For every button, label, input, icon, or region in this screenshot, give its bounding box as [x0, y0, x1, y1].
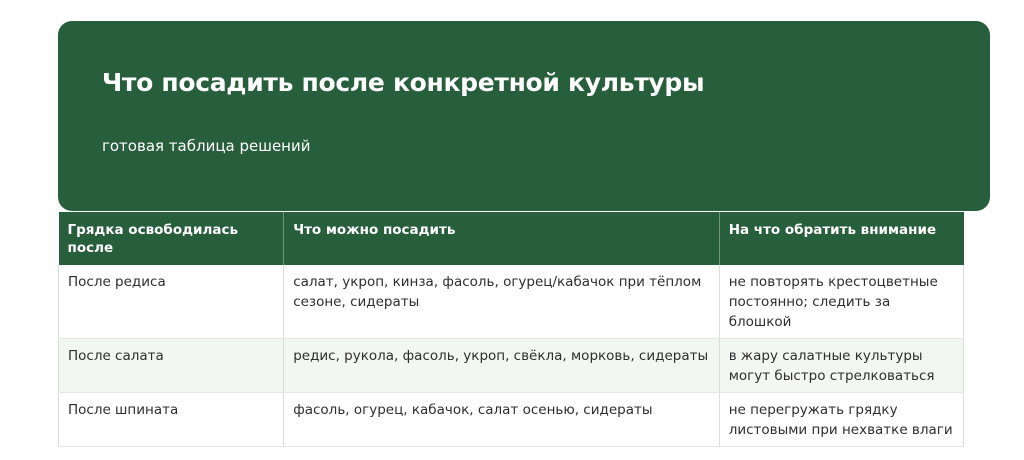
cell-previous-crop: После салата — [57, 338, 285, 393]
cell-what-to-plant: фасоль, огурец, кабачок, салат осенью, с… — [283, 392, 720, 447]
header-banner: Что посадить после конкретной культуры г… — [58, 21, 990, 211]
table-row: После редиса салат, укроп, кинза, фасоль… — [57, 265, 965, 339]
decision-table-container: Грядка освободилась после Что можно поса… — [57, 212, 965, 447]
column-header-notes: На что обратить внимание — [719, 212, 964, 265]
cell-what-to-plant: салат, укроп, кинза, фасоль, огурец/каба… — [283, 265, 720, 339]
cell-notes: не повторять крестоцветные постоянно; сл… — [719, 265, 965, 339]
cell-previous-crop: После редиса — [57, 265, 285, 339]
cell-notes: в жару салатные культуры могут быстро ст… — [719, 338, 965, 393]
decision-table: Грядка освободилась после Что можно поса… — [57, 212, 965, 447]
page-subtitle: готовая таблица решений — [102, 137, 311, 155]
table-header-row: Грядка освободилась после Что можно поса… — [58, 212, 964, 265]
table-row: После салата редис, рукола, фасоль, укро… — [57, 338, 965, 393]
table-row: После шпината фасоль, огурец, кабачок, с… — [57, 392, 965, 447]
cell-previous-crop: После шпината — [57, 392, 285, 447]
cell-notes: не перегружать грядку листовыми при нехв… — [719, 392, 965, 447]
cell-what-to-plant: редис, рукола, фасоль, укроп, свёкла, мо… — [283, 338, 720, 393]
column-header-what-to-plant: Что можно посадить — [283, 212, 720, 265]
column-header-freed-bed: Грядка освободилась после — [58, 212, 285, 265]
page-title: Что посадить после конкретной культуры — [102, 68, 705, 97]
